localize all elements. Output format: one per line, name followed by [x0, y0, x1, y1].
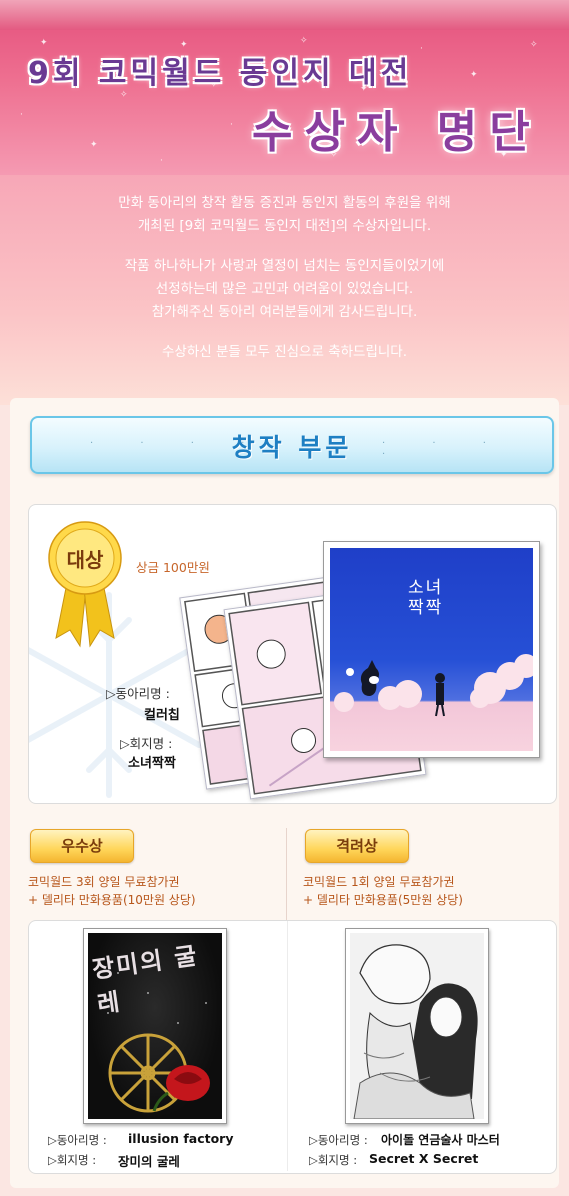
sub-awards-divider: [287, 921, 288, 1171]
header-banner: ✦ ✧ ✦ · ✧ ✦ · ✦ ✧ ✦ · ✧ ✦ · ✧ · 9회 코믹월드 동인지 대전 수…: [0, 0, 569, 175]
book-label: ▷회지명 :: [48, 1153, 97, 1167]
circle-label: ▷동아리명 :: [106, 686, 170, 701]
winners-title: 수상자 명단: [252, 107, 542, 158]
circle-name: illusion factory: [128, 1131, 234, 1146]
prize-line: 코믹월드 3회 양일 무료참가권: [28, 875, 180, 889]
intro-paragraph-3: 수상하신 분들 모두 진심으로 축하드립니다.: [0, 341, 569, 364]
grand-prize-reward: 상금 100만원: [136, 560, 210, 575]
cover-illustration: [334, 654, 533, 717]
encouragement-cover-image: [345, 928, 489, 1124]
encouragement-award-badge: 격려상: [305, 829, 409, 863]
cover-illustration: [350, 933, 484, 1119]
circle-name: 컬러칩: [144, 708, 180, 723]
event-title: 9회 코믹월드 동인지 대전: [28, 56, 413, 91]
circle-name: 아이돌 연금술사 마스터: [381, 1133, 500, 1147]
intro-line: 수상하신 분들 모두 진심으로 축하드립니다.: [161, 344, 408, 360]
intro-line: 참가해주신 동아리 여러분들에게 감사드립니다.: [151, 304, 418, 320]
award-divider: [286, 828, 287, 924]
intro-text: 만화 동아리의 창작 활동 증진과 동인지 활동의 후원을 위해 개최된 [9회…: [0, 192, 569, 381]
excellence-award-badge: 우수상: [30, 829, 134, 863]
excellence-prize: 코믹월드 3회 양일 무료참가권 + 델리타 만화용품(10만원 상당): [28, 873, 196, 909]
book-name: 소녀짝짝: [128, 756, 176, 771]
header-top-band: [0, 0, 569, 30]
gold-medal-icon: [48, 521, 122, 648]
book-label: ▷회지명 :: [309, 1153, 358, 1167]
intro-paragraph-1: 만화 동아리의 창작 활동 증진과 동인지 활동의 후원을 위해 개최된 [9회…: [0, 192, 569, 238]
circle-label: ▷동아리명 :: [309, 1133, 368, 1147]
intro-line: 만화 동아리의 창작 활동 증진과 동인지 활동의 후원을 위해: [118, 195, 451, 211]
grand-prize-badge: 대상: [66, 548, 104, 572]
excellence-cover-image: 장미의 굴레: [83, 928, 227, 1124]
prize-line: 코믹월드 1회 양일 무료참가권: [303, 875, 455, 889]
book-name: 장미의 굴레: [118, 1154, 180, 1169]
encouragement-prize: 코믹월드 1회 양일 무료참가권 + 델리타 만화용품(5만원 상당): [303, 873, 463, 909]
intro-line: 선정하는데 많은 고민과 어려움이 있었습니다.: [155, 281, 414, 297]
intro-line: 작품 하나하나가 사랑과 열정이 넘치는 동인지들이었기에: [124, 258, 445, 274]
book-name: Secret X Secret: [369, 1151, 479, 1166]
prize-line: + 델리타 만화용품(5만원 상당): [303, 893, 463, 907]
intro-paragraph-2: 작품 하나하나가 사랑과 열정이 넘치는 동인지들이었기에 선정하는데 많은 고…: [0, 255, 569, 324]
grand-prize-cover-image: 소녀 짝짝: [323, 541, 540, 758]
intro-line: 개최된 [9회 코믹월드 동인지 대전]의 수상자입니다.: [137, 218, 432, 234]
circle-label: ▷동아리명 :: [48, 1133, 107, 1147]
category-title: 창작 부문: [231, 433, 353, 462]
category-banner: · · · · · · · · 창작 부문: [30, 416, 554, 474]
prize-line: + 델리타 만화용품(10만원 상당): [28, 893, 196, 907]
book-label: ▷회지명 :: [120, 736, 173, 751]
cover-illustration: [107, 952, 210, 1113]
